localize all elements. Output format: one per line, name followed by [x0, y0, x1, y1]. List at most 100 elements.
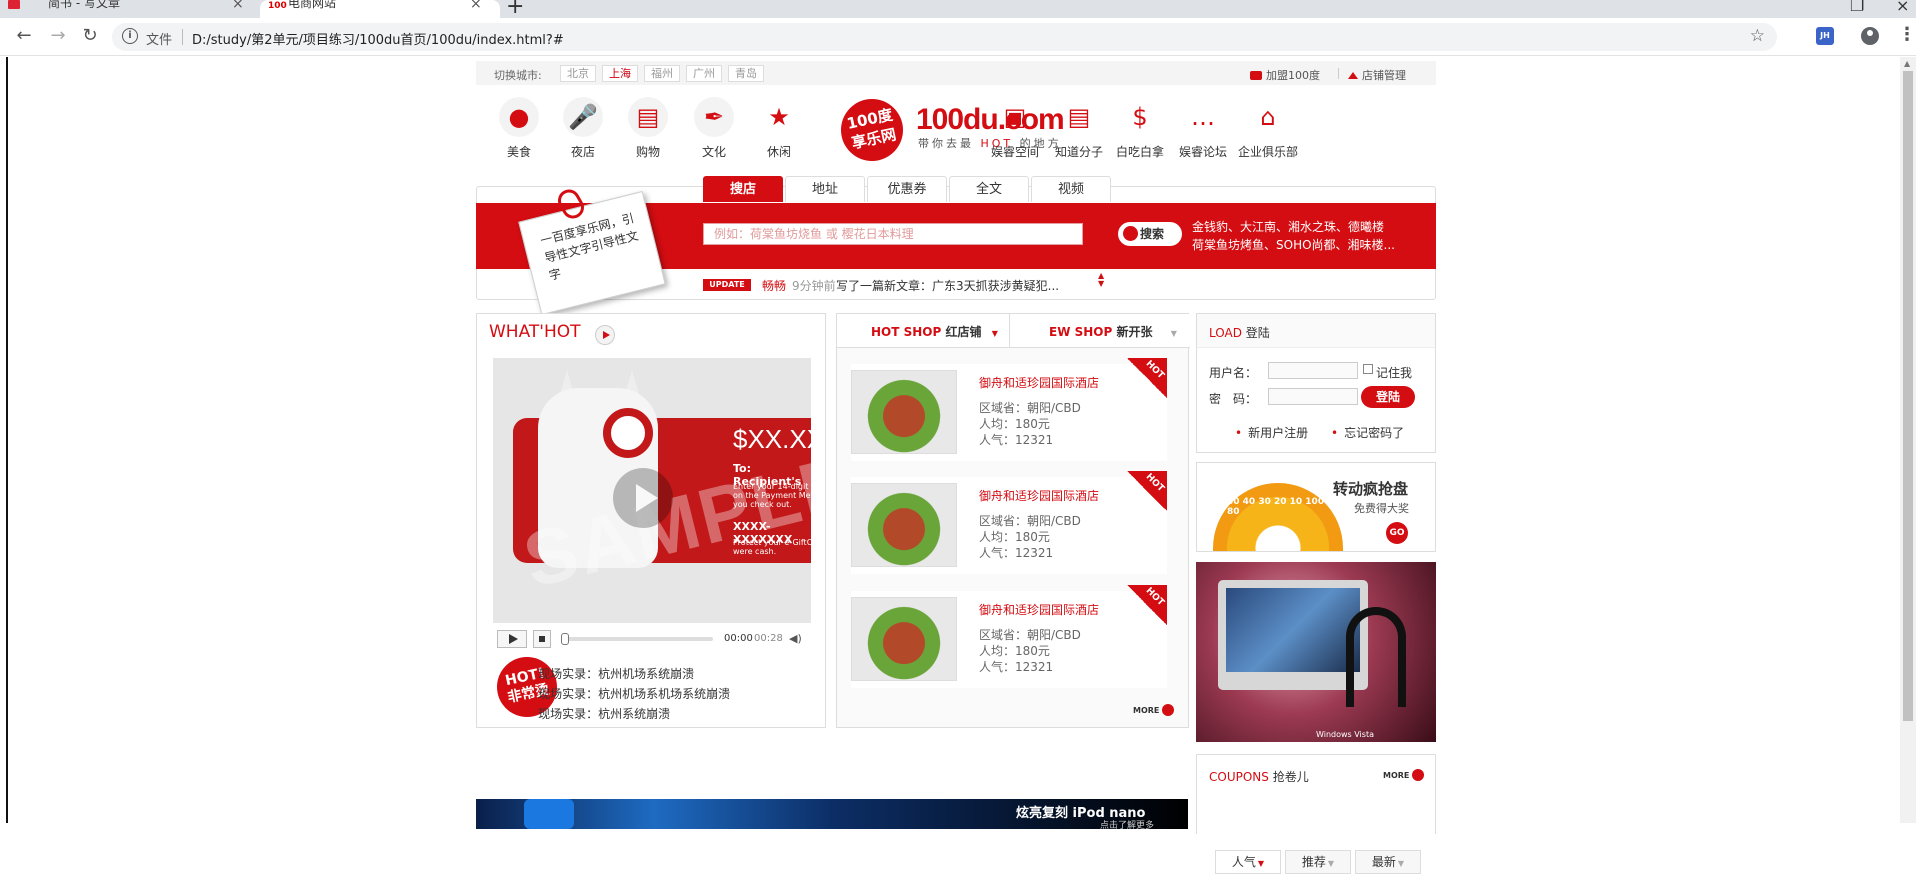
- ipod-ad-banner[interactable]: 炫亮复刻 iPod nano 点击了解更多: [476, 799, 1188, 829]
- category-freebies[interactable]: $ 白吃白拿: [1110, 97, 1170, 160]
- video-stop-button[interactable]: [533, 630, 551, 648]
- scroll-updown-icon[interactable]: ▲ ▼: [1098, 272, 1104, 288]
- search-tab-shop[interactable]: 搜店: [703, 176, 783, 202]
- update-user[interactable]: 畅畅: [762, 277, 786, 294]
- category-nightclub[interactable]: 🎤 夜店: [553, 97, 613, 160]
- star-icon: ★: [768, 103, 790, 131]
- search-input[interactable]: 例如：荷棠鱼坊烧鱼 或 樱花日本料理: [703, 223, 1083, 245]
- dropdown-arrow-icon: ▼: [1397, 859, 1405, 868]
- list-item[interactable]: 现场实录：杭州机场系机场系统崩溃: [525, 684, 730, 704]
- profile-avatar-icon[interactable]: [1861, 27, 1879, 45]
- shop-item[interactable]: 御舟和适珍园国际酒店 区域省：朝阳/CBD 人均：180元 人气：12321 H…: [851, 358, 1167, 467]
- forgot-password-link[interactable]: 忘记密码了: [1331, 424, 1404, 441]
- remember-checkbox[interactable]: [1363, 364, 1373, 374]
- tab-hot-shop[interactable]: HOT SHOP 红店铺 ▼: [871, 316, 998, 348]
- shop-name[interactable]: 御舟和适珍园国际酒店: [979, 601, 1099, 618]
- coupon-tab-recommended[interactable]: 推荐 ▼: [1285, 850, 1351, 874]
- search-tab-coupon[interactable]: 优惠券: [867, 176, 947, 202]
- bookmark-star-icon[interactable]: ☆: [1750, 26, 1765, 46]
- register-link[interactable]: 新用户注册: [1235, 424, 1308, 441]
- video-play-overlay-icon[interactable]: [613, 468, 673, 528]
- more-link[interactable]: MORE: [1133, 704, 1175, 716]
- close-icon[interactable]: ×: [232, 0, 244, 11]
- volume-icon[interactable]: ◀): [789, 632, 802, 645]
- password-input[interactable]: [1268, 388, 1358, 405]
- new-tab-icon[interactable]: +: [506, 0, 524, 19]
- shop-item[interactable]: 御舟和适珍园国际酒店 区域省：朝阳/CBD 人均：180元 人气：12321 H…: [851, 585, 1167, 694]
- list-item[interactable]: 现场实录：杭州机场系统崩溃: [525, 664, 730, 684]
- video-play-button[interactable]: [497, 630, 527, 648]
- lottery-banner[interactable]: 50 40 30 20 10 100 90 80 转动疯抢盘 免费得大奖 GO: [1196, 462, 1436, 552]
- category-shopping[interactable]: ▤ 购物: [618, 97, 678, 160]
- city-option-selected[interactable]: 上海: [602, 65, 638, 82]
- scroll-up-icon[interactable]: ▲: [1904, 59, 1910, 68]
- logo-badge[interactable]: 100度 享乐网: [835, 93, 909, 167]
- reload-icon[interactable]: ↻: [78, 24, 102, 48]
- shop-photo[interactable]: [851, 597, 957, 681]
- browser-tab-jianshu[interactable]: 简书 - 写文章 ×: [0, 0, 250, 18]
- username-input[interactable]: [1268, 362, 1358, 379]
- scrollbar-thumb[interactable]: [1903, 71, 1913, 721]
- category-leisure[interactable]: ★ 休闲: [749, 97, 809, 160]
- coupon-tab-latest[interactable]: 最新 ▼: [1355, 850, 1421, 874]
- update-text[interactable]: 写了一篇新文章：广东3天抓获涉黄疑犯...: [836, 277, 1059, 294]
- category-culture[interactable]: ✒ 文化: [684, 97, 744, 160]
- search-tab-video[interactable]: 视频: [1031, 176, 1111, 202]
- city-option[interactable]: 广州: [686, 65, 722, 82]
- play-icon[interactable]: [595, 325, 615, 345]
- store-manage-link[interactable]: 店铺管理: [1348, 67, 1406, 83]
- search-tab-address[interactable]: 地址: [785, 176, 865, 202]
- login-button[interactable]: 登陆: [1361, 386, 1415, 408]
- coupon-tab-popular[interactable]: 人气 ▼: [1215, 850, 1281, 874]
- forward-icon[interactable]: →: [46, 24, 70, 48]
- circle-bg: ▤: [628, 97, 668, 137]
- category-food[interactable]: ● 美食: [489, 97, 549, 160]
- shop-price: 人均：180元: [979, 417, 1050, 431]
- window-close-icon[interactable]: ×: [1896, 0, 1909, 15]
- video-player[interactable]: $XX.XX To: Recipient's Enter your 14-dig…: [493, 358, 811, 623]
- category-entertainment-space[interactable]: ▣ 娱睿空间: [985, 97, 1045, 160]
- hot-words-line[interactable]: 金钱豹、大江南、湘水之珠、德曦楼: [1192, 218, 1395, 236]
- shop-meta: 区域省：朝阳/CBD 人均：180元 人气：12321: [979, 627, 1081, 675]
- menu-dots-icon[interactable]: ⋮: [1898, 24, 1916, 45]
- browser-tab-shop[interactable]: 100 电商网站 ×: [260, 0, 500, 18]
- city-option[interactable]: 北京: [560, 65, 596, 82]
- city-option[interactable]: 青岛: [728, 65, 764, 82]
- circle-bg: ✒: [694, 97, 734, 137]
- shop-photo[interactable]: [851, 370, 957, 454]
- hot-search-words[interactable]: 金钱豹、大江南、湘水之珠、德曦楼 荷棠鱼坊烤鱼、SOHO尚都、湘味楼...: [1192, 218, 1395, 254]
- search-tab-fulltext[interactable]: 全文: [949, 176, 1029, 202]
- divider: [182, 29, 183, 45]
- url-text[interactable]: D:/study/第2单元/项目练习/100du首页/100du/index.h…: [192, 29, 564, 48]
- progress-handle[interactable]: [561, 633, 569, 645]
- briefcase-icon: ▣: [1003, 103, 1027, 131]
- search-button[interactable]: 搜索: [1118, 222, 1182, 246]
- info-icon[interactable]: i: [122, 28, 138, 44]
- tab-new-shop[interactable]: EW SHOP 新开张 ▼: [1049, 316, 1177, 348]
- scrollbar[interactable]: ▲: [1900, 57, 1916, 823]
- shop-name[interactable]: 御舟和适珍园国际酒店: [979, 487, 1099, 504]
- back-icon[interactable]: ←: [12, 24, 36, 48]
- more-link[interactable]: MORE: [1383, 769, 1425, 781]
- close-icon[interactable]: ×: [470, 0, 482, 11]
- lottery-title: 转动疯抢盘: [1333, 480, 1409, 498]
- category-knowledge[interactable]: ▤ 知道分子: [1049, 97, 1109, 160]
- shop-photo[interactable]: [851, 483, 957, 567]
- city-option[interactable]: 福州: [644, 65, 680, 82]
- category-enterprise-club[interactable]: ⌂ 企业俱乐部: [1233, 97, 1303, 160]
- video-progress[interactable]: [561, 633, 713, 645]
- restore-icon[interactable]: ❐: [1850, 0, 1864, 15]
- category-forum[interactable]: … 娱睿论坛: [1173, 97, 1233, 160]
- hot-words-line[interactable]: 荷棠鱼坊烤鱼、SOHO尚都、湘味楼...: [1192, 236, 1395, 254]
- laptop-ad-banner[interactable]: Windows Vista: [1196, 562, 1436, 742]
- ipod-subtext: 点击了解更多: [1100, 821, 1155, 829]
- extension-icon[interactable]: JH: [1816, 27, 1834, 45]
- address-bar[interactable]: i 文件 D:/study/第2单元/项目练习/100du首页/100du/in…: [112, 23, 1777, 51]
- shop-item[interactable]: 御舟和适珍园国际酒店 区域省：朝阳/CBD 人均：180元 人气：12321 H…: [851, 471, 1167, 580]
- join-link[interactable]: 加盟100度: [1250, 67, 1320, 83]
- home-icon: [1348, 72, 1358, 79]
- money-bag-icon: $: [1132, 103, 1148, 131]
- go-button[interactable]: GO: [1386, 522, 1408, 544]
- shop-name[interactable]: 御舟和适珍园国际酒店: [979, 374, 1099, 391]
- list-item[interactable]: 现场实录：杭州系统崩溃: [525, 704, 730, 724]
